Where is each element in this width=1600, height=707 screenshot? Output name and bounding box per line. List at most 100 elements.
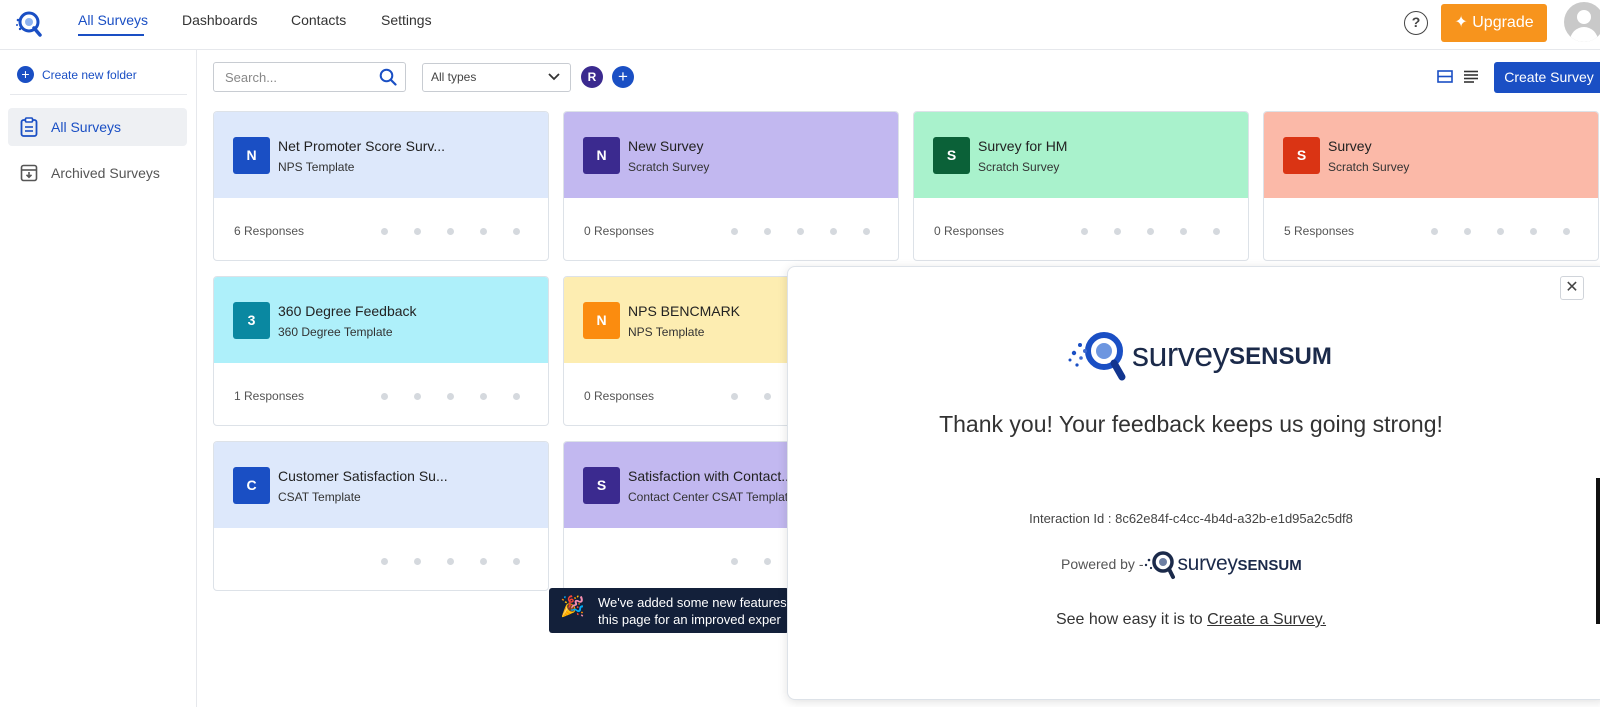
archive-icon: [20, 164, 38, 182]
survey-template: Scratch Survey: [1328, 160, 1410, 174]
rating-dot: [1180, 228, 1187, 235]
add-filter-button[interactable]: +: [612, 66, 634, 88]
close-icon[interactable]: ✕: [1560, 276, 1584, 300]
rating-dot: [1147, 228, 1154, 235]
cta-text: See how easy it is to: [1055, 611, 1203, 628]
sidebar-item-label: Archived Surveys: [51, 165, 160, 181]
surveysensum-small-mark-icon: [1145, 551, 1176, 579]
survey-title: Customer Satisfaction Su...: [278, 468, 448, 484]
card-header: C Customer Satisfaction Su... CSAT Templat…: [214, 442, 548, 528]
survey-template: NPS Template: [278, 160, 355, 174]
app-root: All Surveys Dashboards Contacts Settings…: [0, 0, 1600, 707]
interaction-id: Interaction Id : 8c62e84f-c4cc-4b4d-a32b…: [1029, 511, 1353, 526]
nav-contacts[interactable]: Contacts: [291, 12, 346, 28]
powered-sensum-text: SENSUM: [1237, 556, 1302, 574]
help-icon[interactable]: ?: [1404, 11, 1428, 35]
survey-initial-badge: S: [933, 137, 970, 174]
nav-settings[interactable]: Settings: [381, 12, 432, 28]
search-icon[interactable]: [379, 68, 397, 86]
chevron-down-icon: [548, 73, 560, 81]
powered-by: Powered by - survey SENSUM: [1061, 544, 1302, 584]
rating-dot: [480, 393, 487, 400]
survey-initial-badge: S: [583, 467, 620, 504]
rating-dot: [414, 393, 421, 400]
rating-dot: [381, 228, 388, 235]
sparkle-icon: ✦: [1454, 14, 1468, 31]
rating-dot: [480, 558, 487, 565]
list-view-icon[interactable]: [1463, 70, 1479, 83]
user-filter-chip[interactable]: R: [581, 66, 603, 88]
sidebar: + Create new folder All Surveys Archived…: [0, 50, 197, 707]
feedback-thank-you-modal: ✕ survey SENSUM Thank you! Your feedback…: [787, 266, 1600, 700]
rating-dot: [447, 228, 454, 235]
survey-title: Survey for HM: [978, 138, 1068, 154]
rating-dot: [1497, 228, 1504, 235]
survey-card[interactable]: S Survey Scratch Survey 5 Responses: [1263, 111, 1599, 261]
survey-title: Net Promoter Score Surv...: [278, 138, 446, 154]
rating-dot: [447, 558, 454, 565]
rating-dot: [1431, 228, 1438, 235]
upgrade-button[interactable]: ✦ Upgrade: [1441, 4, 1547, 42]
rating-dot: [513, 393, 520, 400]
survey-responses: 0 Responses: [934, 224, 1005, 238]
party-popper-icon: 🎉: [560, 596, 585, 618]
sidebar-item-label: All Surveys: [51, 119, 122, 135]
survey-title: NPS BENCMARK: [628, 303, 741, 319]
powered-survey-text: survey: [1177, 552, 1238, 575]
survey-card[interactable]: 3 360 Degree Feedback 360 Degree Template 1…: [213, 276, 549, 426]
rating-dot: [1081, 228, 1088, 235]
surveysensum-logo-icon[interactable]: [14, 8, 44, 38]
clipboard-icon: [20, 117, 38, 137]
survey-initial-badge: N: [583, 137, 620, 174]
create-survey-link[interactable]: Create a Survey.: [1207, 611, 1326, 628]
toast-line-2: this page for an improved exper: [598, 612, 781, 627]
rating-dot: [1213, 228, 1220, 235]
sidebar-item-archived-surveys[interactable]: Archived Surveys: [8, 154, 187, 192]
survey-title: 360 Degree Feedback: [278, 303, 417, 319]
survey-card[interactable]: N Net Promoter Score Surv... NPS Template 6…: [213, 111, 549, 261]
rating-dot: [414, 228, 421, 235]
rating-dot: [764, 393, 771, 400]
create-folder-button[interactable]: + Create new folder: [17, 66, 137, 83]
rating-dot: [1530, 228, 1537, 235]
survey-card[interactable]: N New Survey Scratch Survey 0 Responses: [563, 111, 899, 261]
create-survey-button[interactable]: Create Survey: [1494, 62, 1600, 93]
search-input[interactable]: [214, 63, 364, 91]
rating-dot: [797, 228, 804, 235]
rating-dot: [513, 228, 520, 235]
survey-initial-badge: S: [1283, 137, 1320, 174]
card-header: S Survey for HM Scratch Survey: [914, 112, 1248, 198]
rating-dot: [731, 393, 738, 400]
rating-dot: [830, 228, 837, 235]
survey-type-value: All types: [431, 70, 477, 84]
nav-dashboards[interactable]: Dashboards: [182, 12, 258, 28]
survey-template: Contact Center CSAT Template: [628, 490, 795, 504]
survey-title: Satisfaction with Contact...: [628, 468, 793, 484]
nav-all-surveys[interactable]: All Surveys: [78, 12, 148, 28]
brand-sensum-text: SENSUM: [1229, 343, 1332, 370]
rating-dot: [731, 558, 738, 565]
survey-title: Survey: [1328, 138, 1372, 154]
survey-card[interactable]: C Customer Satisfaction Su... CSAT Templat…: [213, 441, 549, 591]
rating-dot: [731, 228, 738, 235]
sidebar-item-all-surveys[interactable]: All Surveys: [8, 108, 187, 146]
side-feedback-tab[interactable]: [1596, 478, 1600, 624]
rating-dot: [764, 228, 771, 235]
avatar-body: [1570, 27, 1598, 42]
card-header: N Net Promoter Score Surv... NPS Template: [214, 112, 548, 198]
grid-view-icon[interactable]: [1437, 70, 1453, 83]
survey-type-select[interactable]: All types: [422, 63, 571, 92]
rating-dot: [381, 558, 388, 565]
create-folder-label: Create new folder: [42, 67, 137, 82]
survey-card[interactable]: S Survey for HM Scratch Survey 0 Responses: [913, 111, 1249, 261]
user-avatar[interactable]: [1564, 2, 1600, 42]
rating-dot: [480, 228, 487, 235]
new-features-toast[interactable]: 🎉 We've added some new features this pag…: [549, 588, 789, 633]
survey-responses: 1 Responses: [234, 389, 305, 403]
top-navigation: All Surveys Dashboards Contacts Settings…: [0, 0, 1600, 50]
survey-initial-badge: 3: [233, 302, 270, 339]
surveysensum-mark-icon: [1068, 332, 1126, 381]
rating-dot: [764, 558, 771, 565]
rating-dot: [381, 393, 388, 400]
survey-responses: 0 Responses: [584, 224, 655, 238]
